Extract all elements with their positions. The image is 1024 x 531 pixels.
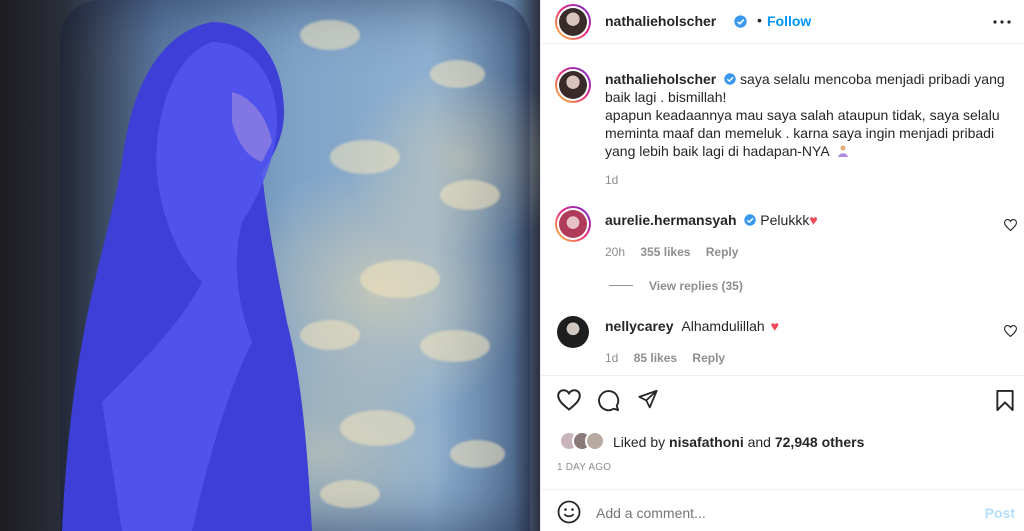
woman-in-hijab-silhouette <box>62 22 312 531</box>
like-heart-icon[interactable] <box>557 389 581 411</box>
likers-avatars[interactable] <box>559 431 609 451</box>
comment: nellycarey Alhamdulillah ♥ <box>605 317 975 335</box>
caption-line: meminta maaf dan memeluk . karna saya in… <box>605 125 995 141</box>
jellyfish <box>420 330 490 362</box>
more-options-icon[interactable] <box>993 16 1011 28</box>
post-header: nathalieholscher • Follow <box>541 0 1024 44</box>
comment-meta: 20h 355 likes Reply <box>605 245 738 259</box>
verified-badge-icon <box>724 73 736 85</box>
add-comment-input[interactable] <box>596 505 956 521</box>
jellyfish <box>430 60 485 88</box>
caption: nathalieholscher saya selalu mencoba men… <box>605 70 1005 160</box>
caption-line: apapun keadaannya mau saya salah ataupun… <box>605 107 1000 123</box>
jellyfish <box>320 480 380 508</box>
reply-button[interactable]: Reply <box>692 351 725 365</box>
view-replies-button[interactable]: View replies (35) <box>649 279 743 293</box>
comment-text: Alhamdulillah <box>681 318 765 334</box>
caption-author-avatar[interactable] <box>555 67 591 103</box>
post-actions: Liked by nisafathoni and 72,948 others 1… <box>541 375 1024 485</box>
post-comment-button[interactable]: Post <box>985 505 1015 521</box>
caption-line: baik lagi . bismillah! <box>605 89 727 105</box>
comment-time[interactable]: 20h <box>605 245 625 259</box>
comment-meta: 1d 85 likes Reply <box>605 351 725 365</box>
comment: aurelie.hermansyah Pelukkk♥ <box>605 211 975 229</box>
author-avatar[interactable] <box>555 4 591 40</box>
liker-username[interactable]: nisafathoni <box>669 434 744 450</box>
comment-bubble-icon[interactable] <box>597 389 620 412</box>
verified-badge-icon <box>734 15 747 28</box>
like-comment-heart-icon[interactable] <box>1004 325 1017 337</box>
caption-line: saya selalu mencoba menjadi pribadi yang <box>740 71 1005 87</box>
hug-emoji-icon <box>836 144 850 158</box>
commenter-avatar[interactable] <box>557 316 589 348</box>
liked-by-summary: Liked by nisafathoni and 72,948 others <box>613 433 864 451</box>
comment-text: Pelukkk <box>760 212 810 228</box>
post-photo[interactable] <box>0 0 540 531</box>
comment-likes[interactable]: 355 likes <box>640 245 690 259</box>
header-separator: • <box>757 12 762 28</box>
comment-likes[interactable]: 85 likes <box>634 351 677 365</box>
commenter-avatar[interactable] <box>555 206 591 242</box>
caption-line: yang lebih baik lagi di hadapan-NYA <box>605 143 829 159</box>
author-username[interactable]: nathalieholscher <box>605 13 716 29</box>
post-date[interactable]: 1 DAY AGO <box>557 462 611 473</box>
comments-list: nathalieholscher saya selalu mencoba men… <box>541 45 1024 375</box>
commenter-username[interactable]: aurelie.hermansyah <box>605 212 737 228</box>
save-bookmark-icon[interactable] <box>996 390 1014 411</box>
verified-badge-icon <box>744 214 757 226</box>
liker-avatar <box>585 431 605 451</box>
caption-username[interactable]: nathalieholscher <box>605 71 716 87</box>
liked-by-prefix: Liked by <box>613 434 666 450</box>
caption-timestamp[interactable]: 1d <box>605 173 618 187</box>
post-details-panel: nathalieholscher • Follow nathalieholsch… <box>540 0 1024 531</box>
liked-by-and: and <box>747 434 771 450</box>
emoji-smiley-icon[interactable] <box>557 500 581 524</box>
likes-count[interactable]: 72,948 others <box>775 434 865 450</box>
red-heart-emoji-icon: ♥ <box>809 212 818 228</box>
jellyfish <box>360 260 440 298</box>
share-paper-plane-icon[interactable] <box>637 389 659 410</box>
jellyfish <box>440 180 500 210</box>
replies-divider <box>609 285 633 286</box>
like-comment-heart-icon[interactable] <box>1004 219 1017 231</box>
jellyfish <box>340 410 415 446</box>
add-comment-bar: Post <box>541 489 1024 531</box>
commenter-username[interactable]: nellycarey <box>605 318 674 334</box>
follow-button[interactable]: Follow <box>767 13 811 29</box>
comment-time[interactable]: 1d <box>605 351 618 365</box>
jellyfish <box>450 440 505 468</box>
jellyfish <box>330 140 400 174</box>
reply-button[interactable]: Reply <box>706 245 739 259</box>
red-heart-emoji-icon: ♥ <box>770 318 779 334</box>
